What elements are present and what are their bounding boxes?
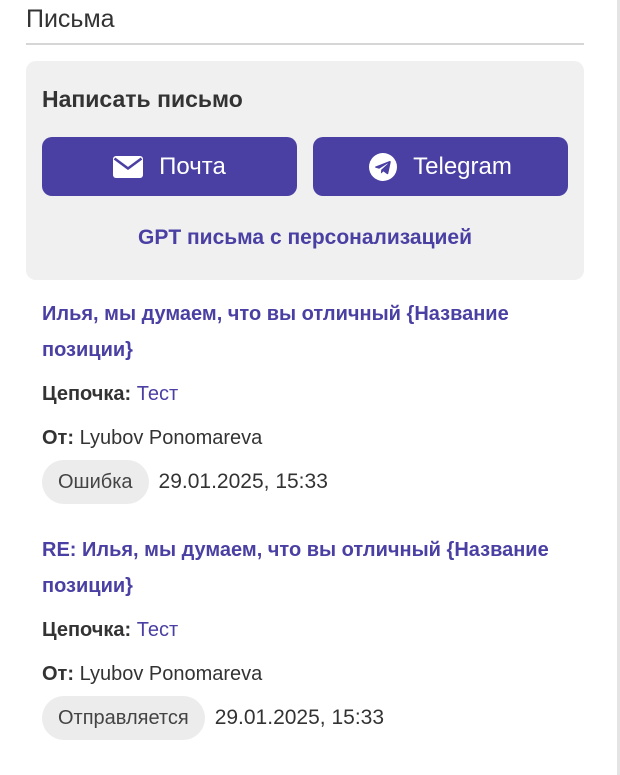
from-label: От: <box>42 427 75 449</box>
from-label: От: <box>42 663 75 685</box>
telegram-icon <box>369 152 398 181</box>
letter-sender: От: Lyubov Ponomareva <box>42 426 582 450</box>
letter-status-row: Отправляется 29.01.2025, 15:33 <box>42 696 582 740</box>
section-divider <box>26 43 584 45</box>
chain-label: Цепочка: <box>42 383 132 405</box>
chain-link[interactable]: Тест <box>137 383 178 405</box>
chain-link[interactable]: Тест <box>137 619 178 641</box>
letter-datetime: 29.01.2025, 15:33 <box>214 706 385 729</box>
letter-chain: Цепочка: Тест <box>42 618 582 642</box>
section-title: Письма <box>26 5 115 33</box>
status-badge: Отправляется <box>42 696 205 740</box>
chain-label: Цепочка: <box>42 619 132 641</box>
mail-button-label: Почта <box>159 152 226 180</box>
gpt-personalization-link[interactable]: GPT письма с персонализацией <box>26 225 584 251</box>
status-badge: Ошибка <box>42 460 149 504</box>
letter-chain: Цепочка: Тест <box>42 382 582 406</box>
from-value: Lyubov Ponomareva <box>79 663 263 685</box>
letters-panel: Письма Написать письмо Почта Telegram GP… <box>0 0 620 775</box>
telegram-button[interactable]: Telegram <box>313 137 568 196</box>
letter-item: Илья, мы думаем, что вы отличный {Назван… <box>42 296 582 504</box>
letter-subject-link[interactable]: Илья, мы думаем, что вы отличный {Назван… <box>42 296 582 368</box>
envelope-icon <box>113 155 144 178</box>
compose-title: Написать письмо <box>42 86 243 112</box>
letter-item: RE: Илья, мы думаем, что вы отличный {На… <box>42 532 582 740</box>
compose-card: Написать письмо Почта Telegram GPT письм… <box>26 61 584 280</box>
letter-datetime: 29.01.2025, 15:33 <box>158 470 328 493</box>
letter-subject-link[interactable]: RE: Илья, мы думаем, что вы отличный {На… <box>42 532 582 604</box>
mail-button[interactable]: Почта <box>42 137 297 196</box>
letter-sender: От: Lyubov Ponomareva <box>42 662 582 686</box>
from-value: Lyubov Ponomareva <box>79 427 263 449</box>
letter-status-row: Ошибка 29.01.2025, 15:33 <box>42 460 582 504</box>
telegram-button-label: Telegram <box>413 152 512 180</box>
